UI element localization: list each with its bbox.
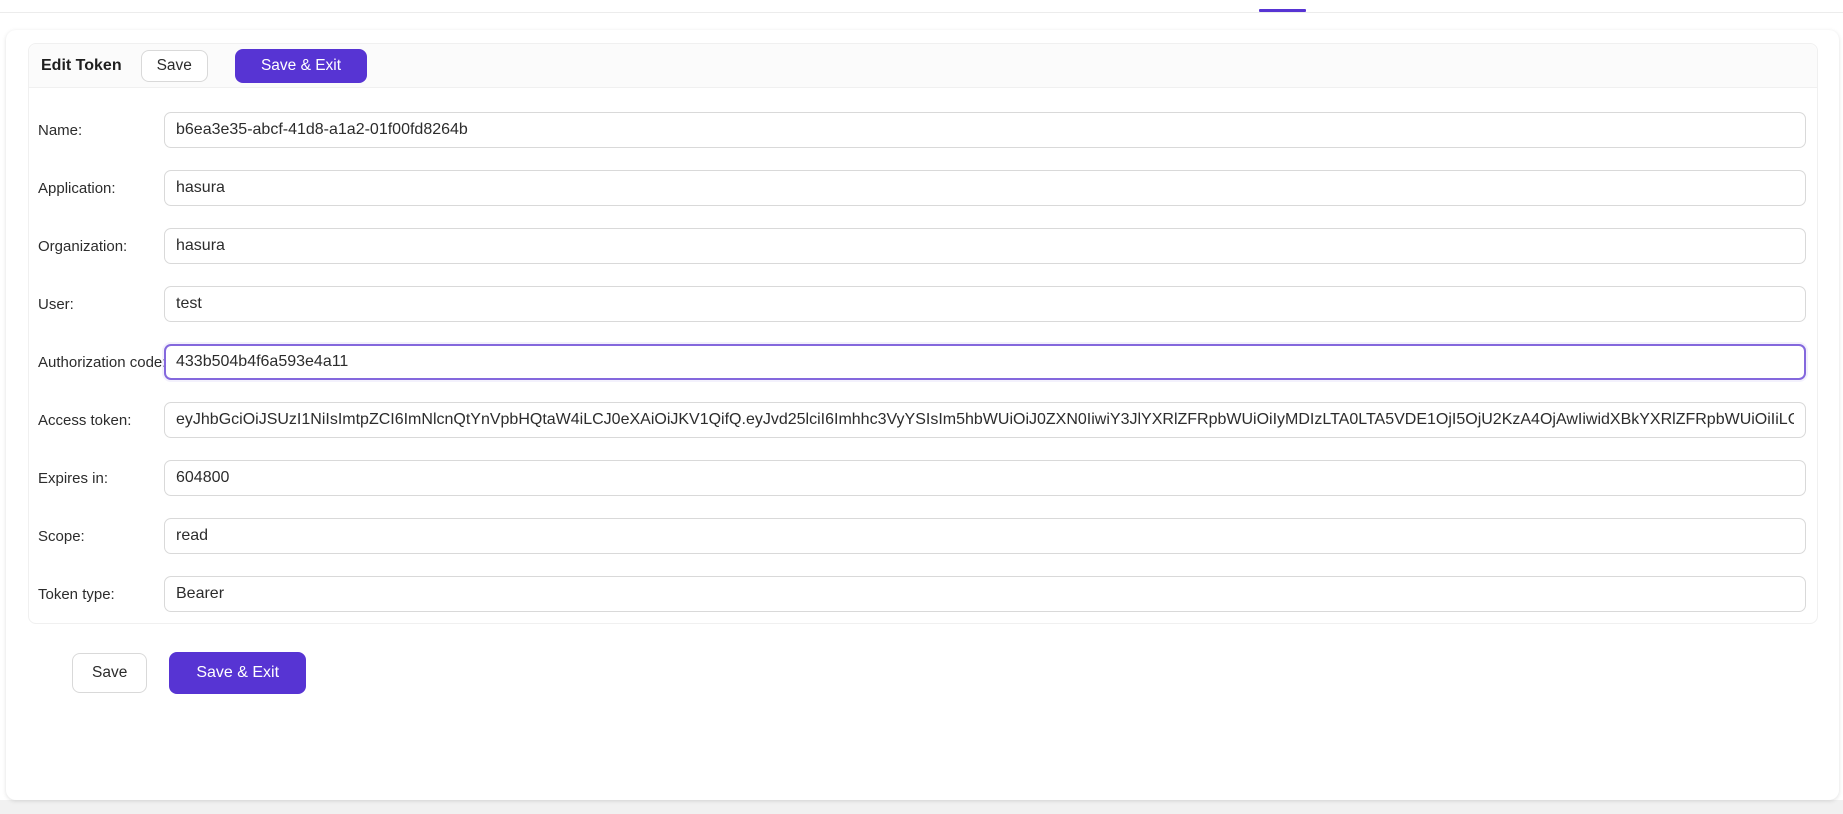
token-type-label: Token type: <box>38 586 164 603</box>
footer-actions: Save Save & Exit <box>72 652 1818 694</box>
authorization-code-input[interactable] <box>164 344 1806 380</box>
token-type-input[interactable] <box>164 576 1806 612</box>
organization-label: Organization: <box>38 238 164 255</box>
form-row-organization: Organization: <box>38 228 1806 264</box>
save-button-top[interactable]: Save <box>141 50 208 82</box>
application-input[interactable] <box>164 170 1806 206</box>
expires-in-input[interactable] <box>164 460 1806 496</box>
access-token-label: Access token: <box>38 412 164 429</box>
form-row-access-token: Access token: <box>38 402 1806 438</box>
card-header: Edit Token Save Save & Exit <box>29 44 1817 88</box>
access-token-input[interactable] <box>164 402 1806 438</box>
organization-input[interactable] <box>164 228 1806 264</box>
form-row-name: Name: <box>38 112 1806 148</box>
authorization-code-label: Authorization code: <box>38 354 164 371</box>
edit-token-card: Edit Token Save Save & Exit Name: Applica… <box>28 43 1818 624</box>
application-label: Application: <box>38 180 164 197</box>
scope-label: Scope: <box>38 528 164 545</box>
page-title: Edit Token <box>41 57 122 75</box>
form-row-application: Application: <box>38 170 1806 206</box>
active-tab-underline <box>1259 9 1306 12</box>
form-row-token-type: Token type: <box>38 576 1806 612</box>
user-input[interactable] <box>164 286 1806 322</box>
save-button-bottom[interactable]: Save <box>72 653 147 693</box>
user-label: User: <box>38 296 164 313</box>
save-exit-button-bottom[interactable]: Save & Exit <box>169 652 306 694</box>
name-input[interactable] <box>164 112 1806 148</box>
page-background <box>0 800 1843 814</box>
scope-input[interactable] <box>164 518 1806 554</box>
expires-in-label: Expires in: <box>38 470 164 487</box>
form-row-authorization-code: Authorization code: <box>38 344 1806 380</box>
form-row-expires-in: Expires in: <box>38 460 1806 496</box>
name-label: Name: <box>38 122 164 139</box>
save-exit-button-top[interactable]: Save & Exit <box>235 49 367 83</box>
token-form: Name: Application: Organization: User: Autho… <box>29 88 1817 623</box>
top-navbar <box>0 0 1843 13</box>
content-panel: Edit Token Save Save & Exit Name: Applica… <box>6 30 1839 800</box>
form-row-user: User: <box>38 286 1806 322</box>
form-row-scope: Scope: <box>38 518 1806 554</box>
